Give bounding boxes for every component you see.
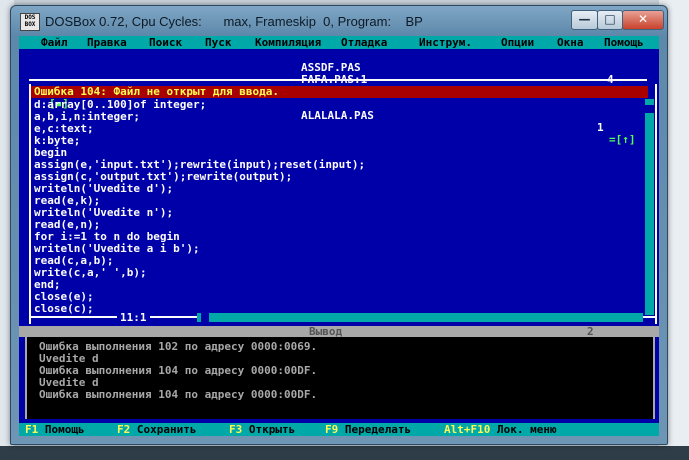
frame-right-border xyxy=(655,84,657,324)
menu-run[interactable]: Пуск xyxy=(205,37,232,49)
hint-f2[interactable]: F2 Сохранить xyxy=(117,423,196,436)
output-line: Ошибка выполнения 104 по адресу 0000:00D… xyxy=(39,388,318,401)
horizontal-scroll-thumb[interactable] xyxy=(201,313,209,322)
minimize-button[interactable]: — xyxy=(571,10,598,30)
output-window[interactable]: Ошибка выполнения 102 по адресу 0000:006… xyxy=(25,337,655,419)
hint-key: F2 xyxy=(117,423,131,436)
window-zoom-box[interactable]: =[↑] xyxy=(609,134,636,146)
vertical-scroll-thumb[interactable] xyxy=(645,105,654,113)
hint-key: F3 xyxy=(229,423,243,436)
dosbox-app-icon: DOS BOX xyxy=(20,13,40,31)
menu-tools[interactable]: Инструм. xyxy=(419,37,472,49)
hint-alt-f10[interactable]: Alt+F10 Лок. меню xyxy=(444,423,557,436)
horizontal-scrollbar[interactable] xyxy=(197,313,643,322)
menu-compile[interactable]: Компиляция xyxy=(255,37,321,49)
menu-edit[interactable]: Правка xyxy=(87,37,127,49)
active-window-number: 1 xyxy=(597,121,604,134)
hint-f3[interactable]: F3 Открыть xyxy=(229,423,295,436)
menu-windows[interactable]: Окна xyxy=(557,37,584,49)
dosbox-window: DOS BOX DOSBox 0.72, Cpu Cycles: max, Fra… xyxy=(10,5,668,445)
maximize-button[interactable]: □ xyxy=(597,10,623,30)
error-message: Ошибка 104: Файл не открыт для ввода. xyxy=(31,86,648,98)
window-tab-assdf[interactable]: ASSDF.PAS 4 xyxy=(19,50,659,86)
menu-file[interactable]: Файл xyxy=(41,37,68,49)
frame-left-border xyxy=(29,84,31,324)
hint-f1[interactable]: F1 Помощь xyxy=(25,423,85,436)
output-title: Вывод xyxy=(309,325,343,338)
menu-debug[interactable]: Отладка xyxy=(341,37,387,49)
menu-bar: Файл Правка Поиск Пуск Компиляция Отладк… xyxy=(19,36,659,49)
hint-bar: F1 Помощь F2 Сохранить F3 Открыть F9 Пер… xyxy=(19,423,659,436)
hint-key: F9 xyxy=(325,423,339,436)
menu-options[interactable]: Опции xyxy=(501,37,534,49)
dos-screen[interactable]: Файл Правка Поиск Пуск Компиляция Отладк… xyxy=(19,36,659,436)
active-window-title: ALALALA.PAS xyxy=(299,109,376,122)
window-tab-fafa[interactable]: FAFA.PAS:1 5 xyxy=(19,62,659,98)
hint-label: Открыть xyxy=(248,423,296,436)
window-title: DOSBox 0.72, Cpu Cycles: max, Frameskip … xyxy=(45,14,423,29)
window-titlebar[interactable]: DOS BOX DOSBox 0.72, Cpu Cycles: max, Fra… xyxy=(11,6,667,36)
code-line: close(c); xyxy=(34,302,94,315)
output-titlebar[interactable]: Вывод 2 xyxy=(19,326,659,337)
menu-search[interactable]: Поиск xyxy=(149,37,182,49)
hint-f9[interactable]: F9 Переделать xyxy=(325,423,411,436)
close-button[interactable]: ✕ xyxy=(622,10,664,30)
vertical-scrollbar[interactable] xyxy=(645,99,654,315)
hint-label: Сохранить xyxy=(136,423,197,436)
menu-help[interactable]: Помощь xyxy=(604,37,644,49)
hint-label: Лок. меню xyxy=(496,423,557,436)
hint-key: Alt+F10 xyxy=(444,423,491,436)
hint-label: Помощь xyxy=(44,423,85,436)
cursor-position: 11:1 xyxy=(117,312,150,324)
hint-key: F1 xyxy=(25,423,39,436)
frame-top-line xyxy=(29,79,647,81)
output-window-number: 2 xyxy=(587,325,594,338)
hint-label: Переделать xyxy=(344,423,412,436)
taskbar-strip xyxy=(0,446,689,460)
